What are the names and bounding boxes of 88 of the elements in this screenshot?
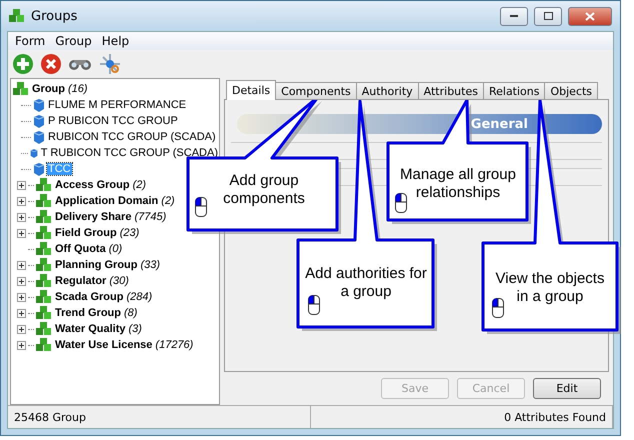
close-icon — [585, 12, 595, 20]
action-button[interactable]: Edit — [533, 378, 601, 399]
group-icon — [36, 210, 52, 224]
expand-icon[interactable] — [17, 212, 26, 222]
callout-text: Add group components — [222, 172, 306, 208]
group-icon — [36, 194, 52, 208]
item-count: (2) — [132, 179, 146, 191]
group-icon — [36, 226, 52, 240]
tab[interactable]: Attributes — [418, 82, 484, 100]
maximize-button[interactable] — [534, 6, 562, 26]
group-icon — [36, 290, 52, 304]
minimize-button[interactable] — [500, 6, 528, 26]
tab[interactable]: Authority — [356, 82, 419, 100]
expand-icon[interactable] — [17, 228, 26, 238]
item-count: (17276) — [155, 339, 194, 351]
mouse-icon — [308, 295, 320, 315]
cube-icon — [33, 114, 45, 128]
status-text: 0 Attributes Found — [310, 406, 613, 428]
callout-text: Manage all group relationships — [399, 166, 517, 202]
tree-item[interactable]: Off Quota — [54, 243, 107, 255]
tree-item[interactable]: Trend Group — [54, 307, 122, 319]
item-count: (33) — [140, 259, 160, 271]
expand-icon[interactable] — [17, 276, 26, 286]
cube-icon — [33, 162, 45, 176]
cube-icon — [33, 98, 45, 112]
mouse-icon — [395, 193, 407, 213]
status-text: 25468 Group — [8, 406, 310, 428]
mouse-icon — [492, 298, 504, 318]
item-count: (8) — [124, 307, 138, 319]
menu-item[interactable]: Group — [50, 34, 97, 48]
group-icon — [36, 338, 52, 352]
expand-icon[interactable] — [17, 340, 26, 350]
group-icon — [36, 274, 52, 288]
item-count: (0) — [108, 243, 122, 255]
tree-item[interactable]: Application Domain — [54, 195, 160, 207]
delete-icon[interactable] — [40, 53, 62, 75]
item-count: (3) — [128, 323, 142, 335]
section-title: General — [470, 116, 528, 132]
tab[interactable]: Components — [275, 82, 357, 100]
cube-icon — [33, 130, 45, 144]
tree-item[interactable]: T RUBICON TCC GROUP (SCADA) — [40, 147, 219, 159]
group-icon — [36, 306, 52, 320]
expand-icon[interactable] — [17, 324, 26, 334]
group-icon — [36, 258, 52, 272]
tree-item[interactable]: RUBICON TCC GROUP (SCADA) — [47, 131, 217, 143]
group-icon — [36, 178, 52, 192]
tree-item[interactable]: Planning Group — [54, 259, 138, 271]
add-icon[interactable] — [12, 53, 34, 75]
menu-item[interactable]: Help — [96, 34, 134, 48]
item-count: (7745) — [134, 211, 166, 223]
tree-item[interactable]: Water Use License — [54, 339, 154, 351]
item-count: (30) — [109, 275, 129, 287]
close-button[interactable] — [568, 6, 612, 26]
expand-icon[interactable] — [17, 180, 26, 190]
tree-item[interactable]: Access Group — [54, 179, 131, 191]
group-icon — [13, 82, 29, 96]
expand-icon[interactable] — [17, 196, 26, 206]
menu-item[interactable]: Form — [10, 34, 50, 48]
item-count: (23) — [120, 227, 140, 239]
item-count: (284) — [126, 291, 152, 303]
network-search-icon[interactable] — [98, 52, 122, 76]
mouse-icon — [195, 197, 207, 217]
expand-icon[interactable] — [17, 308, 26, 318]
tab[interactable]: Details — [226, 80, 276, 100]
tab[interactable]: Objects — [544, 82, 598, 100]
maximize-icon — [544, 12, 552, 20]
tree-item[interactable]: Scada Group — [54, 291, 124, 303]
item-count: (2) — [161, 195, 175, 207]
tree-item[interactable]: Field Group — [54, 227, 118, 239]
tree-item[interactable]: Regulator — [54, 275, 108, 287]
tree-item[interactable]: P RUBICON TCC GROUP — [47, 115, 179, 127]
group-icon — [36, 322, 52, 336]
group-icon — [36, 242, 52, 256]
expand-icon[interactable] — [17, 260, 26, 270]
callout-text: Add authorities for a group — [304, 265, 428, 301]
tree-item[interactable]: Water Quality — [54, 323, 126, 335]
cube-icon — [30, 146, 38, 160]
binoculars-icon[interactable] — [68, 57, 92, 71]
callout-text: View the objects in a group — [494, 270, 606, 306]
item-count: (16) — [68, 83, 88, 95]
tree-item[interactable]: Group — [31, 83, 66, 95]
app-icon — [9, 9, 25, 23]
tree-item[interactable]: Delivery Share — [54, 211, 132, 223]
window-title: Groups — [31, 8, 78, 24]
expand-icon[interactable] — [17, 292, 26, 302]
minimize-icon — [510, 14, 518, 18]
tree-item[interactable]: FLUME M PERFORMANCE — [47, 99, 188, 111]
tab[interactable]: Relations — [482, 82, 546, 100]
